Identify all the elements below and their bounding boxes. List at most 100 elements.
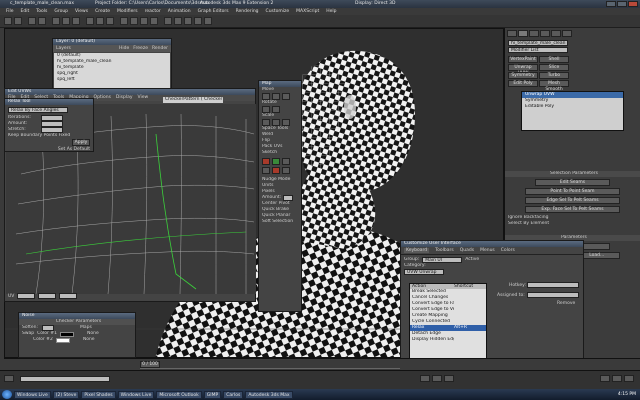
redo-icon[interactable] <box>14 17 22 25</box>
shortcut-col-header[interactable]: Shortcut <box>454 284 473 289</box>
active-checkbox[interactable]: Active <box>465 257 479 263</box>
menu-rendering[interactable]: Rendering <box>236 9 259 14</box>
taskbar-item[interactable]: Windows Live <box>14 390 51 399</box>
menu-help[interactable]: Help <box>326 9 336 14</box>
taskbar-item[interactable]: Microsoft Outlook <box>156 390 202 399</box>
menu-group[interactable]: Group <box>54 9 68 14</box>
taskbar-item[interactable]: Autodesk 3ds Max <box>245 390 293 399</box>
turbo-button[interactable]: Turbo <box>539 72 569 79</box>
curve-editor-icon[interactable] <box>174 17 182 25</box>
point-to-point-button[interactable]: Point To Point Seam <box>525 188 620 195</box>
maxscript-listener-icon[interactable] <box>4 375 14 382</box>
menu-maxscript[interactable]: MAXScript <box>296 9 319 14</box>
start-button[interactable] <box>2 390 12 399</box>
close-button[interactable] <box>628 1 638 7</box>
render-icon[interactable] <box>204 17 212 25</box>
scale-v-icon[interactable] <box>282 119 290 126</box>
undo-icon[interactable] <box>4 17 12 25</box>
zoom-icon[interactable] <box>600 375 610 382</box>
action-row[interactable]: Display Hidden Edges <box>410 337 486 343</box>
motion-tab-icon[interactable] <box>540 30 550 37</box>
menu-modifiers[interactable]: Modifiers <box>117 9 138 14</box>
menu-edit[interactable]: Edit <box>21 9 30 14</box>
utilities-tab-icon[interactable] <box>562 30 572 37</box>
object-name-field[interactable]: hi_template_male_clean <box>508 40 568 46</box>
snap-icon[interactable] <box>120 17 128 25</box>
uv-v-field[interactable] <box>38 293 57 299</box>
menu-customize[interactable]: Customize <box>266 9 290 14</box>
tab-keyboard[interactable]: Keyboard <box>404 248 430 253</box>
menu-animation[interactable]: Animation <box>168 9 191 14</box>
rotate-icon[interactable] <box>96 17 104 25</box>
tab-quads[interactable]: Quads <box>460 248 474 253</box>
move-v-icon[interactable] <box>282 93 290 100</box>
create-tab-icon[interactable] <box>507 30 517 37</box>
play-icon[interactable] <box>420 375 430 382</box>
taskbar-item[interactable]: Windows Live <box>117 390 155 399</box>
vertexpaint-button[interactable]: VertexPaint <box>508 56 538 63</box>
relax-mode-dropdown[interactable]: Relax By Face Angles <box>8 107 68 113</box>
align-icon[interactable] <box>150 17 158 25</box>
exp-face-sel-button[interactable]: Exp. Face Sel To Pelt Seams <box>525 206 620 213</box>
display-tab-icon[interactable] <box>551 30 561 37</box>
pan-icon[interactable] <box>612 375 622 382</box>
minimize-button[interactable] <box>606 1 616 7</box>
checker-dropdown[interactable]: CheckerPattern ( Checker ) <box>163 97 223 103</box>
render-setup-icon[interactable] <box>194 17 202 25</box>
mesh-smooth-button[interactable]: Mesh Smooth <box>539 80 569 92</box>
color1-swatch[interactable] <box>59 331 74 337</box>
target-weld-icon[interactable] <box>282 167 290 174</box>
map2-none[interactable]: None <box>83 337 95 343</box>
assigned-field[interactable] <box>527 292 579 298</box>
scale-icon-uv[interactable] <box>262 119 270 126</box>
col-render[interactable]: Render <box>152 46 168 51</box>
red-tool-icon[interactable] <box>262 158 270 165</box>
time-slider-thumb[interactable]: 0 / 100 <box>140 361 160 368</box>
menu-graph-editors[interactable]: Graph Editors <box>198 9 229 14</box>
move-h-icon[interactable] <box>272 93 280 100</box>
color2-swatch[interactable] <box>55 337 70 343</box>
maximize-button[interactable] <box>617 1 627 7</box>
menu-create[interactable]: Create <box>95 9 110 14</box>
taskbar-item[interactable]: GIMP <box>203 390 222 399</box>
taskbar-item[interactable]: Carlos <box>223 390 244 399</box>
apply-button[interactable]: Apply <box>72 139 90 146</box>
material-editor-icon[interactable] <box>184 17 192 25</box>
hotkey-field[interactable] <box>527 282 579 288</box>
grey-tool-icon[interactable] <box>282 158 290 165</box>
unwrap-button[interactable]: Unwrap UVW <box>508 64 538 76</box>
modifier-list-dropdown[interactable]: Modifier List <box>508 47 568 53</box>
edit-poly-button[interactable]: Edit Poly <box>508 80 538 87</box>
shell-button[interactable]: Shell <box>539 56 569 63</box>
green-tool-icon[interactable] <box>272 158 280 165</box>
menu-file[interactable]: File <box>6 9 14 14</box>
edit-seams-button[interactable]: Edit Seams <box>535 179 610 186</box>
select-by-name-icon[interactable] <box>62 17 70 25</box>
soft-selection-button[interactable]: Soft Selection <box>259 219 301 225</box>
slice-button[interactable]: Slice <box>539 64 569 71</box>
col-hide[interactable]: Hide <box>119 46 129 51</box>
layer-row[interactable]: spq_left <box>54 77 170 83</box>
symmetry-button[interactable]: Symmetry <box>508 72 538 79</box>
tab-menus[interactable]: Menus <box>480 248 495 253</box>
maxscript-mini-field[interactable] <box>20 376 110 382</box>
mirror-icon[interactable] <box>140 17 148 25</box>
taskbar-item[interactable]: (2) Steve <box>52 390 80 399</box>
tab-colors[interactable]: Colors <box>501 248 515 253</box>
rotate-cw-icon[interactable] <box>272 106 280 113</box>
scale-h-icon[interactable] <box>272 119 280 126</box>
uv-menu-view[interactable]: View <box>138 95 149 101</box>
menu-views[interactable]: Views <box>75 9 88 14</box>
modifier-stack[interactable]: Unwrap UVW Symmetry Editable Poly <box>521 91 624 131</box>
stack-item[interactable]: Editable Poly <box>522 104 623 110</box>
edge-sel-seams-button[interactable]: Edge Sel To Pelt Seams <box>525 197 620 204</box>
uv-u-field[interactable] <box>17 293 36 299</box>
end-frame-icon[interactable] <box>444 375 454 382</box>
select-by-element-checkbox[interactable]: Select By Element <box>505 221 640 227</box>
group-dropdown[interactable]: Main UI <box>422 257 463 263</box>
uv-menu-display[interactable]: Display <box>116 95 133 101</box>
scale-icon[interactable] <box>106 17 114 25</box>
tab-toolbars[interactable]: Toolbars <box>435 248 454 253</box>
uv-menu-options[interactable]: Options <box>94 95 111 101</box>
angle-snap-icon[interactable] <box>130 17 138 25</box>
